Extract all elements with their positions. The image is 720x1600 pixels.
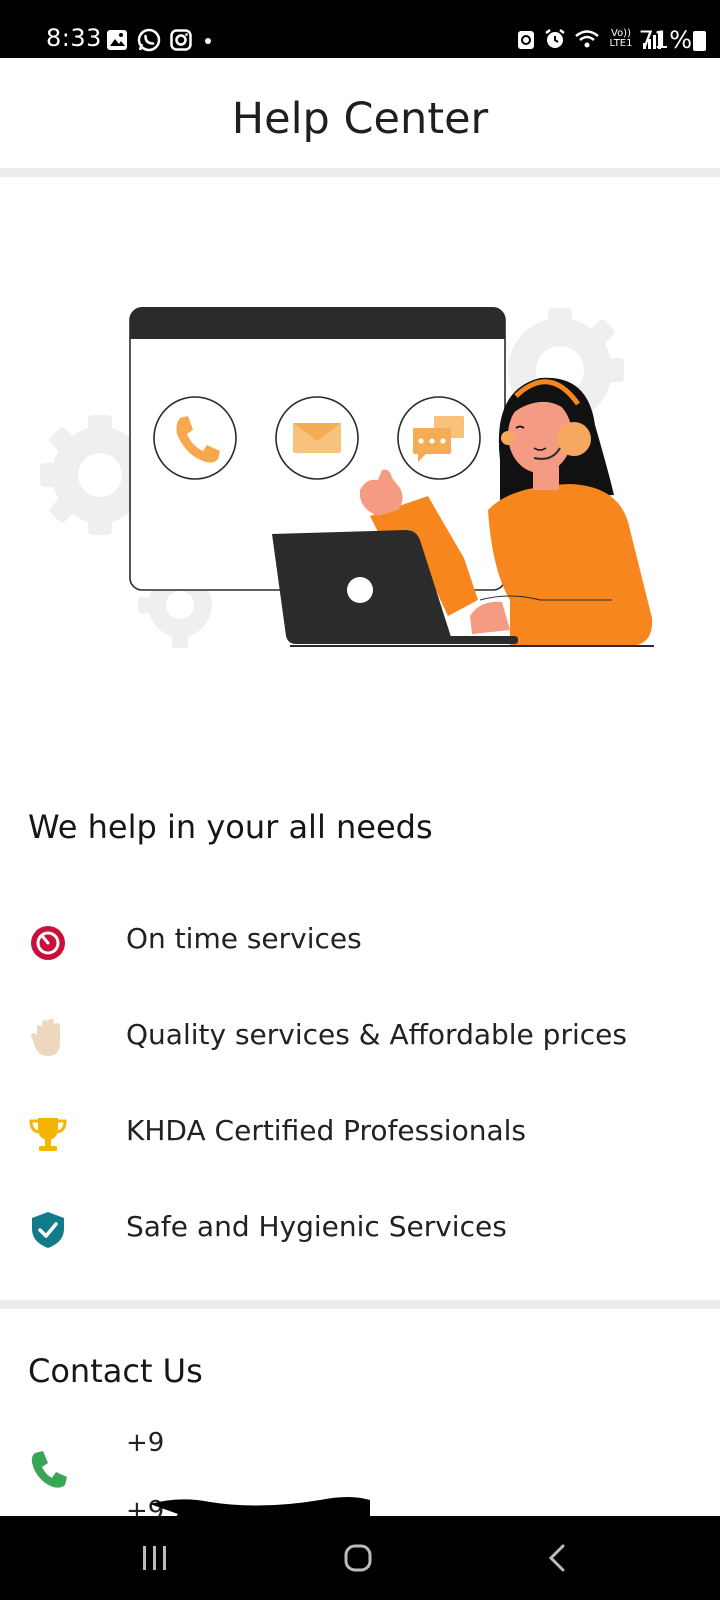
feature-label: KHDA Certified Professionals (126, 1114, 526, 1147)
feature-item: KHDA Certified Professionals (0, 1104, 720, 1164)
status-bar: 8:33 Vo)) LTE1 71% (0, 0, 720, 58)
support-agent-illustration (40, 307, 654, 648)
feature-label: On time services (126, 922, 362, 955)
features-title: We help in your all needs (28, 808, 433, 846)
feature-label: Safe and Hygienic Services (126, 1210, 507, 1243)
stopwatch-icon (31, 926, 65, 960)
back-icon (548, 1544, 565, 1572)
shield-check-icon (32, 1212, 64, 1248)
app-header: Help Center (0, 58, 720, 168)
gallery-icon (107, 30, 127, 50)
page-title: Help Center (231, 94, 489, 144)
phone-icon (153, 396, 237, 480)
battery-percent: 71% (638, 26, 692, 54)
hand-icon (31, 1019, 60, 1056)
recents-button[interactable] (138, 1538, 172, 1578)
trophy-icon (29, 1118, 67, 1151)
instagram-icon (170, 29, 192, 51)
recents-icon (143, 1546, 166, 1570)
section-divider (0, 1300, 720, 1309)
status-time: 8:33 (46, 24, 102, 52)
wifi-icon (575, 30, 599, 48)
back-button[interactable] (540, 1538, 574, 1578)
phone-icon[interactable] (28, 1448, 70, 1490)
whatsapp-icon (137, 28, 161, 52)
network-label: Vo)) LTE1 (609, 28, 633, 49)
contact-title: Contact Us (28, 1352, 203, 1390)
system-nav-bar (0, 1516, 720, 1600)
contact-phone[interactable]: +9 (126, 1428, 164, 1458)
feature-item: On time services (0, 912, 720, 972)
alarm-icon (545, 29, 565, 48)
feature-label: Quality services & Affordable prices (126, 1018, 627, 1051)
status-left-icons (106, 28, 215, 52)
feature-item: Safe and Hygienic Services (0, 1200, 720, 1260)
battery-icon (693, 31, 706, 51)
dot-icon (205, 38, 211, 44)
sync-icon (518, 31, 534, 49)
feature-item: Quality services & Affordable prices (0, 1008, 720, 1068)
home-button[interactable] (338, 1538, 378, 1578)
home-icon (344, 1544, 372, 1572)
header-divider (0, 168, 720, 177)
